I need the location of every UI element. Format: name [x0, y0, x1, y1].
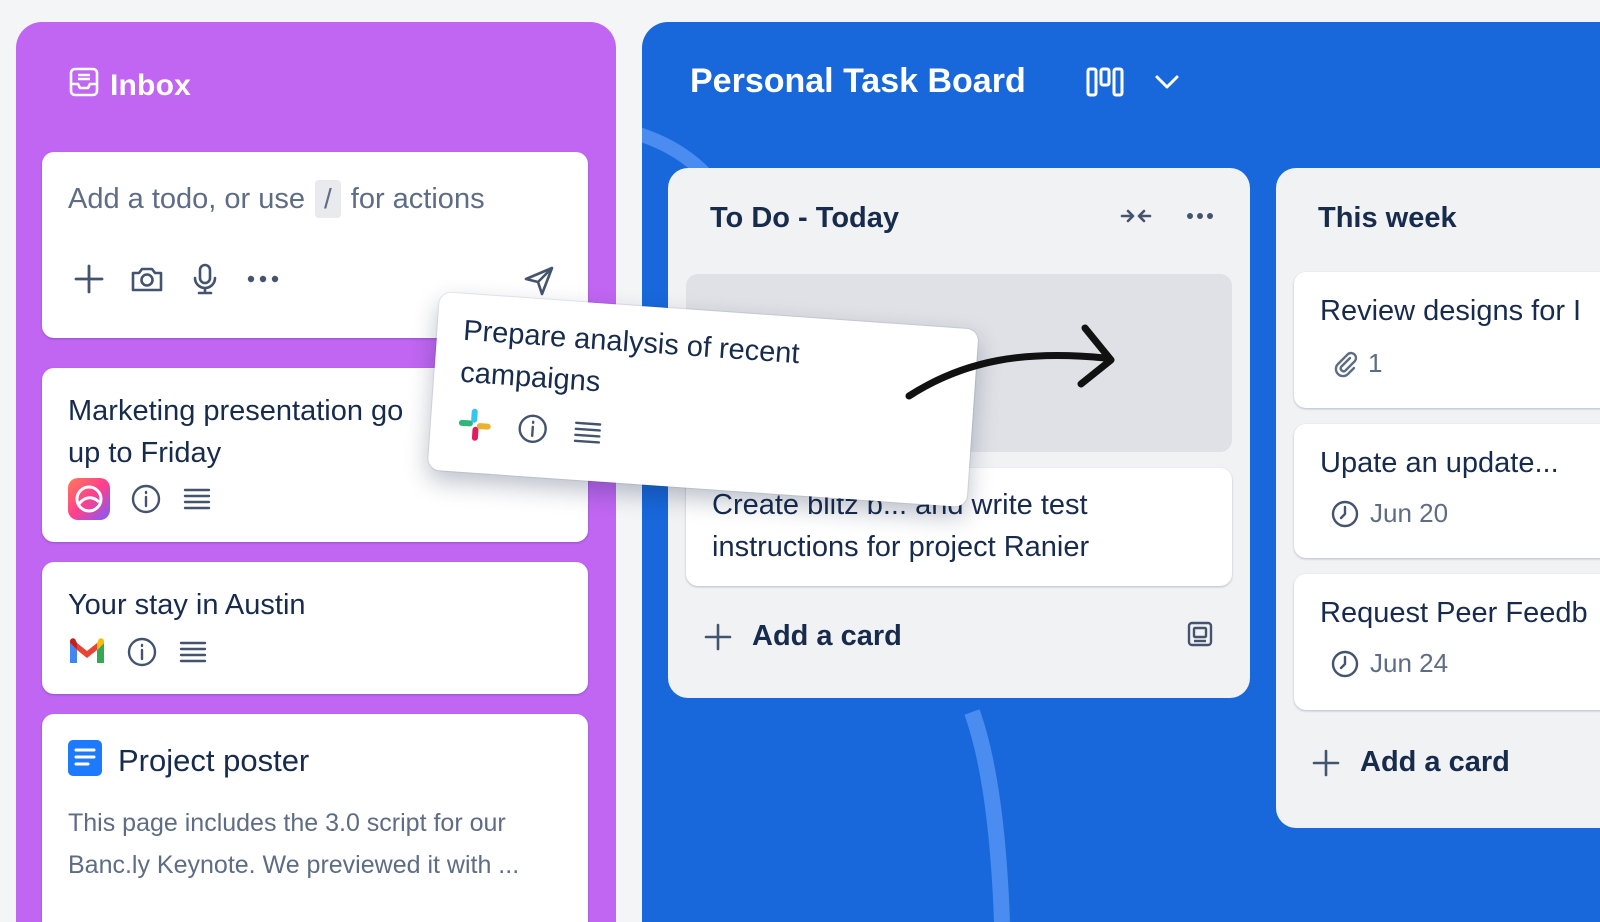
inbox-card[interactable]: Your stay in Austin	[42, 562, 588, 694]
card-due-date: Jun 24	[1330, 648, 1448, 679]
description-icon	[572, 417, 604, 449]
paperclip-icon	[1330, 350, 1358, 378]
card-header: Project poster	[68, 740, 309, 781]
card-title: Project poster	[118, 742, 310, 778]
todo-input[interactable]: Add a todo, or use / for actions	[68, 180, 485, 218]
board-header: Personal Task Board	[690, 62, 1180, 101]
doc-icon	[68, 740, 102, 781]
plus-icon	[1312, 749, 1340, 777]
card-description: This page includes the 3.0 script for ou…	[68, 809, 520, 879]
inbox-card[interactable]: Project poster This page includes the 3.…	[42, 714, 588, 922]
plus-icon	[704, 623, 732, 651]
drag-direction-arrow-icon	[905, 324, 1115, 400]
collapse-list-icon[interactable]	[1120, 206, 1152, 226]
gmail-icon	[68, 637, 106, 667]
list-more-icon[interactable]	[1186, 212, 1214, 220]
card-title: Upate an update...	[1320, 447, 1559, 479]
list-title[interactable]: This week	[1318, 202, 1457, 235]
send-icon[interactable]	[522, 264, 556, 298]
card-title: Your stay in Austin	[68, 589, 306, 621]
info-icon[interactable]	[516, 412, 550, 446]
list-actions	[1120, 206, 1214, 226]
card-badges	[68, 636, 208, 668]
card-template-icon[interactable]	[1186, 620, 1214, 653]
card-badges	[456, 406, 604, 452]
card-due-date: Jun 20	[1330, 498, 1448, 529]
board-card[interactable]: Request Peer Feedb Jun 24	[1294, 574, 1600, 710]
microphone-icon[interactable]	[188, 262, 222, 296]
card-badges	[68, 478, 212, 520]
camera-icon[interactable]	[130, 262, 164, 296]
slash-command-chip: /	[315, 180, 341, 218]
board-view-icon[interactable]	[1086, 66, 1124, 98]
card-title: Request Peer Feedb	[1320, 597, 1588, 629]
card-attachments: 1	[1330, 348, 1382, 379]
inbox-header[interactable]: Inbox	[68, 66, 191, 106]
clock-icon	[1330, 649, 1360, 679]
inbox-title: Inbox	[110, 69, 191, 102]
list-this-week: This week Review designs for I 1 Upate a…	[1276, 168, 1600, 828]
board-card[interactable]: Review designs for I 1	[1294, 272, 1600, 408]
add-card-label: Add a card	[752, 620, 902, 652]
due-date-label: Jun 20	[1370, 498, 1449, 528]
add-card-button[interactable]: Add a card	[1312, 746, 1510, 779]
board-header-actions	[1086, 66, 1180, 98]
attachment-count: 1	[1368, 348, 1383, 378]
board-title[interactable]: Personal Task Board	[690, 62, 1026, 101]
more-icon[interactable]	[246, 262, 280, 296]
app-icon	[68, 478, 110, 520]
due-date-label: Jun 24	[1370, 648, 1449, 678]
composer-toolbar	[72, 262, 280, 296]
add-icon[interactable]	[72, 262, 106, 296]
card-title: Review designs for I	[1320, 295, 1582, 327]
slack-icon	[456, 406, 494, 444]
chevron-down-icon[interactable]	[1154, 73, 1180, 91]
placeholder-suffix: for actions	[350, 182, 485, 215]
description-icon	[182, 484, 212, 514]
add-card-label: Add a card	[1360, 746, 1510, 778]
board-card[interactable]: Upate an update... Jun 20	[1294, 424, 1600, 558]
placeholder-prefix: Add a todo, or use	[68, 182, 305, 215]
info-icon[interactable]	[126, 636, 158, 668]
dragged-card[interactable]: Prepare analysis of recent campaigns	[427, 292, 979, 508]
card-title: Prepare analysis of recent campaigns	[459, 314, 801, 399]
description-icon	[178, 637, 208, 667]
info-icon[interactable]	[130, 483, 162, 515]
clock-icon	[1330, 499, 1360, 529]
list-title[interactable]: To Do - Today	[710, 202, 899, 235]
inbox-icon	[68, 66, 100, 106]
add-card-button[interactable]: Add a card	[704, 620, 902, 653]
